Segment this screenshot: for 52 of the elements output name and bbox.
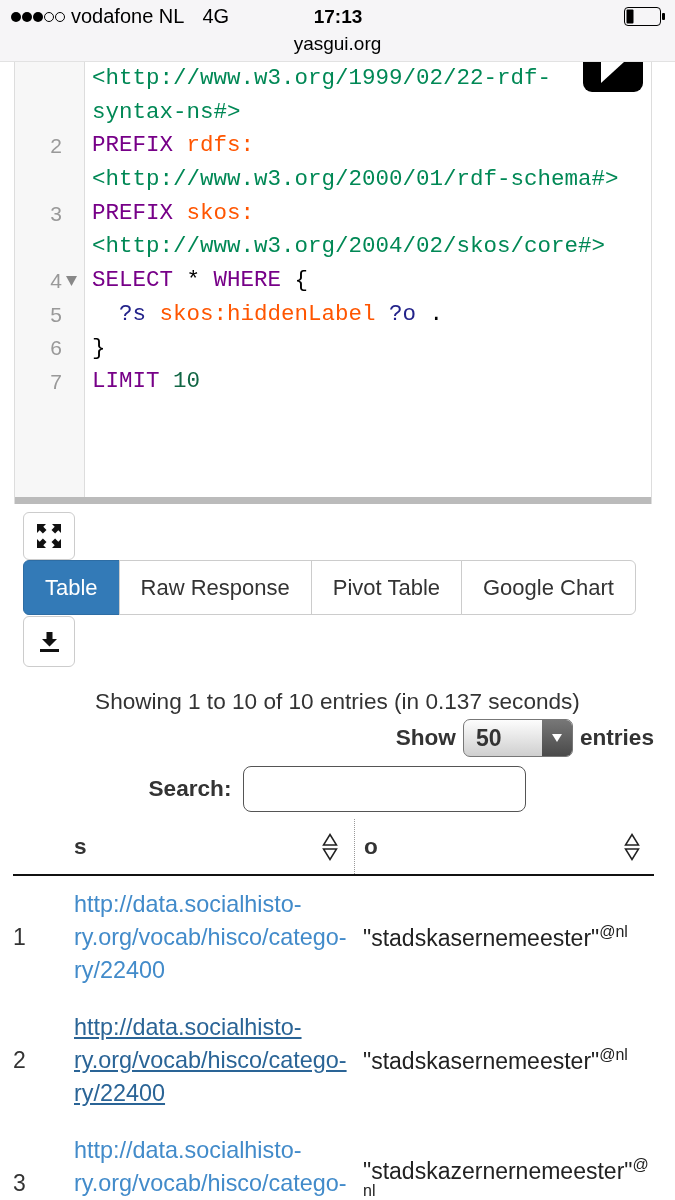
code-line: ?s skos:hiddenLabel ?o . bbox=[118, 300, 444, 327]
uri-link[interactable]: http://data.socialhisto- ry.org/vocab/hisco/catego- bbox=[74, 1134, 347, 1200]
query-editor[interactable] bbox=[14, 62, 652, 504]
code-line: } bbox=[92, 334, 106, 361]
uri-link[interactable]: http://data.socialhisto- ry.org/vocab/hisco/catego- ry/22400 bbox=[74, 888, 347, 987]
fullscreen-button[interactable] bbox=[23, 512, 75, 560]
entries-label: entries bbox=[579, 725, 654, 751]
sort-icon[interactable] bbox=[322, 832, 338, 861]
column-header[interactable]: o bbox=[364, 833, 378, 860]
run-query-button[interactable] bbox=[583, 62, 643, 92]
entries-select[interactable]: 50 bbox=[462, 719, 573, 757]
carrier-name: vodafone NL bbox=[71, 5, 185, 28]
fullscreen-icon bbox=[37, 524, 61, 548]
row-number: 2 bbox=[13, 1047, 26, 1074]
page-url: yasgui.org bbox=[293, 33, 382, 54]
network-type: 4G bbox=[202, 5, 230, 28]
code-line: LIMIT 10 bbox=[92, 368, 201, 395]
line-number: 6 bbox=[50, 336, 62, 360]
uri-link[interactable]: http://data.socialhisto- ry.org/vocab/hisco/catego- ry/22400 bbox=[74, 1011, 347, 1110]
code-line: PREFIX rdfs: bbox=[92, 132, 255, 159]
row-number: 3 bbox=[13, 1170, 26, 1197]
clock-time: 17:13 bbox=[313, 5, 363, 28]
view-tab[interactable]: Table bbox=[23, 560, 120, 615]
view-tab[interactable]: Raw Response bbox=[118, 560, 312, 615]
view-tab[interactable]: Google Chart bbox=[461, 560, 636, 615]
results-info: Showing 1 to 10 of 10 entries (in 0.137 seconds) bbox=[95, 689, 580, 714]
search-label: Search: bbox=[148, 776, 232, 802]
code-line: SELECT * WHERE { bbox=[92, 267, 309, 294]
literal-value: "stadskasernemeester"$^{@nl}$ bbox=[363, 1047, 628, 1074]
line-number: 5 bbox=[50, 302, 62, 326]
signal-icon bbox=[11, 11, 65, 22]
column-header[interactable]: s bbox=[74, 833, 87, 860]
battery-icon bbox=[624, 7, 665, 26]
download-icon bbox=[39, 631, 59, 652]
sort-icon[interactable] bbox=[624, 832, 640, 861]
line-number: 4 bbox=[50, 268, 62, 292]
fold-icon[interactable] bbox=[65, 275, 77, 286]
caret-icon bbox=[541, 720, 572, 756]
search-field[interactable] bbox=[243, 766, 527, 812]
download-button[interactable] bbox=[23, 616, 75, 667]
view-tab[interactable]: Pivot Table bbox=[310, 560, 462, 615]
code-line: <http://www.w3.org/1999/02/22-rdf- bbox=[92, 65, 552, 91]
line-number: 2 bbox=[50, 134, 62, 158]
line-number: 7 bbox=[50, 370, 62, 394]
row-number: 1 bbox=[13, 924, 26, 951]
code-line: <http://www.w3.org/2004/02/skos/core#> bbox=[92, 233, 606, 260]
show-label: Show bbox=[395, 725, 456, 751]
line-number: 3 bbox=[50, 201, 62, 225]
code-line: syntax-ns#> bbox=[92, 98, 241, 125]
code-line: PREFIX skos: bbox=[92, 199, 255, 226]
code-line: <http://www.w3.org/2000/01/rdf-schema#> bbox=[92, 166, 619, 193]
literal-value: "stadskasernemeester"$^{@nl}$ bbox=[363, 924, 628, 951]
